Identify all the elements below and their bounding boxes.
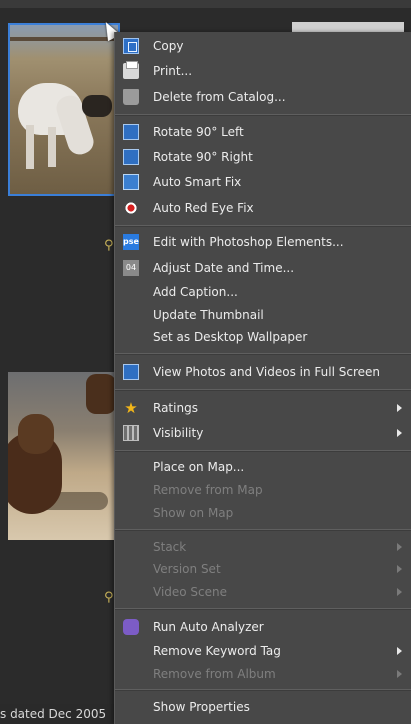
star-icon: ★	[124, 399, 138, 417]
menu-item-auto-smart-fix[interactable]: Auto Smart Fix	[115, 170, 411, 194]
menu-item-ratings[interactable]: ★ Ratings	[115, 396, 411, 420]
red-eye-icon	[123, 200, 139, 216]
menu-separator	[115, 225, 411, 227]
menu-item-visibility[interactable]: Visibility	[115, 421, 411, 445]
submenu-arrow-icon	[397, 404, 402, 412]
menu-separator	[115, 114, 411, 116]
submenu-arrow-icon	[397, 588, 402, 596]
print-icon	[123, 61, 139, 79]
menu-item-update-thumbnail[interactable]: Update Thumbnail	[115, 303, 411, 327]
menu-item-print[interactable]: Print...	[115, 59, 411, 83]
submenu-arrow-icon	[397, 429, 402, 437]
copy-icon	[123, 38, 139, 54]
catalog-top-bar	[0, 0, 411, 8]
menu-separator	[115, 608, 411, 610]
status-bar-text: s dated Dec 2005	[0, 704, 118, 724]
menu-item-add-caption[interactable]: Add Caption...	[115, 280, 411, 304]
pse-icon: pse	[123, 234, 139, 250]
auto-analyzer-icon	[123, 619, 139, 635]
menu-item-remove-from-map[interactable]: Remove from Map	[115, 478, 411, 502]
visibility-icon	[123, 425, 139, 441]
menu-item-remove-keyword-tag[interactable]: Remove Keyword Tag	[115, 639, 411, 663]
menu-item-run-auto-analyzer[interactable]: Run Auto Analyzer	[115, 615, 411, 639]
menu-separator	[115, 450, 411, 452]
rotate-right-icon	[123, 149, 139, 165]
menu-item-rotate-right[interactable]: Rotate 90° Right	[115, 145, 411, 169]
photo-thumbnail-horse[interactable]	[8, 23, 120, 196]
menu-separator	[115, 389, 411, 391]
dark-horse	[82, 95, 112, 117]
bison-head	[18, 414, 54, 454]
menu-item-remove-from-album[interactable]: Remove from Album	[115, 662, 411, 686]
menu-separator	[115, 529, 411, 531]
auto-smart-fix-icon	[123, 174, 139, 190]
menu-item-stack[interactable]: Stack	[115, 535, 411, 559]
submenu-arrow-icon	[397, 543, 402, 551]
submenu-arrow-icon	[397, 647, 402, 655]
menu-item-version-set[interactable]: Version Set	[115, 557, 411, 581]
keyword-tag-icon: ⚲	[104, 590, 114, 605]
menu-item-set-as-desktop-wallpaper[interactable]: Set as Desktop Wallpaper	[115, 325, 411, 349]
menu-item-delete-from-catalog[interactable]: Delete from Catalog...	[115, 85, 411, 109]
menu-item-rotate-left[interactable]: Rotate 90° Left	[115, 120, 411, 144]
menu-separator	[115, 353, 411, 355]
photo-thumbnail-bison[interactable]	[8, 372, 114, 540]
menu-item-adjust-date-and-time[interactable]: 04 Adjust Date and Time...	[115, 256, 411, 280]
keyword-tag-icon: ⚲	[104, 238, 114, 253]
submenu-arrow-icon	[397, 670, 402, 678]
calendar-icon: 04	[123, 260, 139, 276]
menu-item-place-on-map[interactable]: Place on Map...	[115, 455, 411, 479]
trash-icon	[123, 89, 139, 105]
context-menu: Copy Print... Delete from Catalog... Rot…	[114, 32, 411, 724]
rotate-left-icon	[123, 124, 139, 140]
horse-leg	[48, 127, 56, 167]
horse-leg	[26, 125, 34, 169]
full-screen-icon	[123, 364, 139, 380]
submenu-arrow-icon	[397, 565, 402, 573]
menu-item-edit-with-photoshop-elements[interactable]: pse Edit with Photoshop Elements...	[115, 230, 411, 254]
fence	[10, 37, 118, 41]
menu-item-copy[interactable]: Copy	[115, 34, 411, 58]
menu-item-show-properties[interactable]: Show Properties	[115, 695, 411, 719]
photo-thumbnail-partial[interactable]	[292, 22, 404, 32]
menu-item-video-scene[interactable]: Video Scene	[115, 580, 411, 604]
menu-item-view-full-screen[interactable]: View Photos and Videos in Full Screen	[115, 360, 411, 384]
menu-item-auto-red-eye-fix[interactable]: Auto Red Eye Fix	[115, 196, 411, 220]
menu-separator	[115, 689, 411, 691]
menu-item-show-on-map[interactable]: Show on Map	[115, 501, 411, 525]
bison-background	[86, 374, 114, 414]
